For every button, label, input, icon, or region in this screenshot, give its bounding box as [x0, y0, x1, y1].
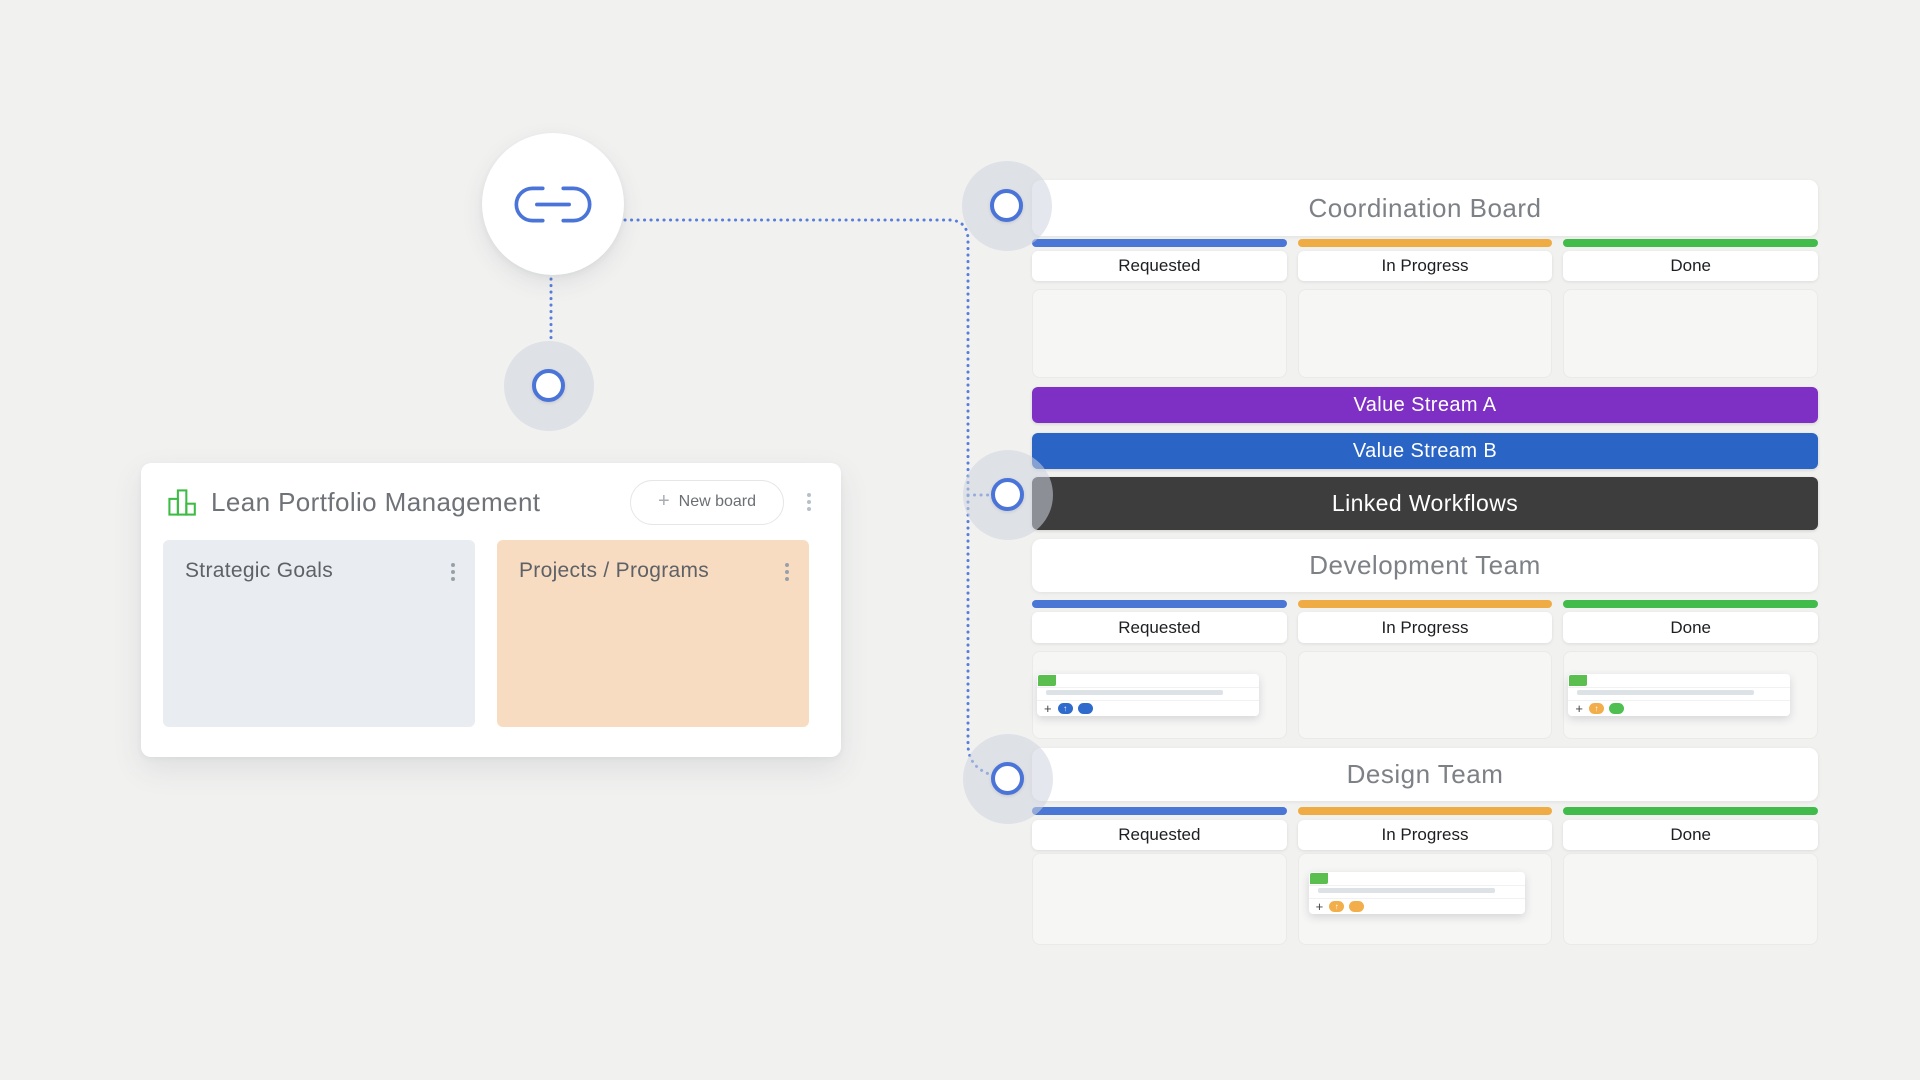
card-text-placeholder [1317, 888, 1495, 893]
portfolio-column-strategic-goals: Strategic Goals [163, 540, 475, 727]
done-color-bar [1563, 239, 1819, 247]
development-cell-done: + ↑ [1563, 651, 1819, 739]
coordination-cell-requested [1032, 289, 1287, 378]
coordination-column-labels: Requested In Progress Done [1032, 251, 1819, 281]
avatar: ↑ [1588, 703, 1604, 714]
coordination-board-header: Coordination Board [1032, 180, 1818, 236]
portfolio-column-title: Strategic Goals [185, 559, 334, 582]
link-icon [514, 186, 592, 222]
arrow-up-icon: ↑ [1594, 703, 1599, 713]
column-label-in-progress: In Progress [1297, 820, 1553, 850]
portfolio-card-title: Lean Portfolio Management [211, 486, 541, 517]
link-node[interactable] [482, 133, 624, 275]
portfolio-column-projects-programs: Projects / Programs [497, 540, 809, 727]
kanban-card[interactable]: + ↑ [1037, 674, 1259, 716]
avatar [1349, 901, 1365, 912]
card-tag [1038, 675, 1056, 686]
board-title: Design Team [1346, 759, 1504, 789]
board-title: Development Team [1309, 550, 1541, 580]
value-stream-b-bar[interactable]: Value Stream B [1032, 433, 1818, 469]
column-label-done: Done [1563, 820, 1819, 850]
linked-workflows-bar[interactable]: Linked Workflows [1032, 477, 1818, 530]
design-cell-done [1563, 853, 1819, 945]
development-column-labels: Requested In Progress Done [1032, 612, 1819, 643]
column-label-requested: Requested [1032, 612, 1287, 643]
avatar [1077, 703, 1093, 714]
design-board-header: Design Team [1032, 748, 1818, 801]
coordination-color-bars [1032, 239, 1819, 247]
arrow-up-icon: ↑ [1334, 901, 1339, 911]
requested-color-bar [1032, 807, 1287, 815]
avatar: ↑ [1057, 703, 1073, 714]
kebab-menu-icon[interactable] [445, 557, 461, 587]
column-label-in-progress: In Progress [1297, 612, 1553, 643]
avatar: ↑ [1329, 901, 1345, 912]
value-stream-a-label: Value Stream A [1353, 393, 1497, 416]
in-progress-color-bar [1297, 600, 1553, 608]
new-board-button[interactable]: + New board [630, 479, 784, 525]
avatar [1608, 703, 1624, 714]
column-label-done: Done [1563, 251, 1819, 281]
development-cells: + ↑ + ↑ [1032, 651, 1819, 739]
portfolio-card: Lean Portfolio Management + New board St… [141, 463, 841, 757]
card-text-placeholder [1577, 690, 1755, 695]
card-tag [1569, 675, 1588, 686]
arrow-up-icon: ↑ [1063, 703, 1068, 713]
design-color-bars [1032, 807, 1819, 815]
design-cell-in-progress: + ↑ [1297, 853, 1553, 945]
portfolio-card-header: Lean Portfolio Management + New board [167, 478, 817, 526]
in-progress-color-bar [1297, 239, 1553, 247]
development-cell-in-progress [1297, 651, 1553, 739]
design-cells: + ↑ [1032, 853, 1819, 945]
column-label-requested: Requested [1032, 251, 1287, 281]
design-cell-requested [1032, 853, 1287, 945]
add-assignee-icon[interactable]: + [1044, 702, 1052, 715]
linked-workflows-connector-node[interactable] [991, 478, 1024, 511]
canvas: Lean Portfolio Management + New board St… [0, 0, 1920, 1080]
in-progress-color-bar [1297, 807, 1553, 815]
development-board-header: Development Team [1032, 539, 1818, 592]
portfolio-column-title: Projects / Programs [519, 559, 710, 582]
coordination-cell-done [1563, 289, 1819, 378]
done-color-bar [1563, 600, 1819, 608]
kanban-card[interactable]: + ↑ [1568, 674, 1791, 716]
plus-icon: + [657, 490, 670, 512]
development-cell-requested: + ↑ [1032, 651, 1287, 739]
board-title: Coordination Board [1308, 192, 1542, 223]
bar-chart-icon [168, 488, 196, 516]
value-stream-a-bar[interactable]: Value Stream A [1032, 387, 1818, 423]
add-assignee-icon[interactable]: + [1316, 900, 1324, 913]
kebab-menu-icon[interactable] [801, 487, 817, 517]
column-label-requested: Requested [1032, 820, 1287, 850]
value-stream-b-label: Value Stream B [1352, 439, 1498, 462]
coordination-connector-node[interactable] [990, 189, 1023, 222]
column-label-in-progress: In Progress [1297, 251, 1553, 281]
development-color-bars [1032, 600, 1819, 608]
kanban-card[interactable]: + ↑ [1308, 872, 1525, 914]
connector-node[interactable] [532, 369, 565, 402]
coordination-cell-in-progress [1297, 289, 1553, 378]
kebab-menu-icon[interactable] [779, 557, 795, 587]
add-assignee-icon[interactable]: + [1575, 702, 1583, 715]
card-text-placeholder [1046, 690, 1223, 695]
new-board-label: New board [678, 493, 757, 510]
design-connector-node[interactable] [991, 762, 1024, 795]
column-label-done: Done [1563, 612, 1819, 643]
requested-color-bar [1032, 239, 1287, 247]
done-color-bar [1563, 807, 1819, 815]
card-tag [1309, 873, 1328, 884]
design-column-labels: Requested In Progress Done [1032, 820, 1819, 850]
coordination-cells [1032, 289, 1819, 378]
linked-workflows-label: Linked Workflows [1331, 490, 1519, 516]
requested-color-bar [1032, 600, 1287, 608]
